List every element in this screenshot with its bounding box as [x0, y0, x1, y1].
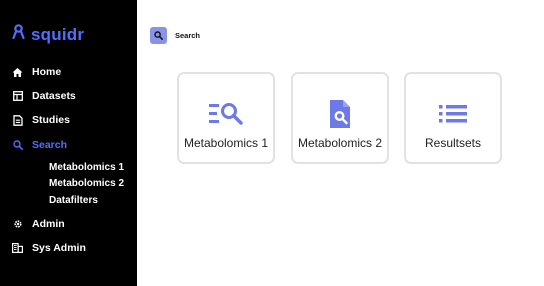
card-label: Metabolomics 1: [183, 136, 269, 150]
sidebar-item-label: Sys Admin: [32, 242, 86, 254]
brand-name: squidr: [31, 24, 85, 44]
sidebar-subitem-datafilters[interactable]: Datafilters: [49, 195, 98, 206]
search-icon: [12, 140, 23, 151]
document-icon: [12, 114, 23, 126]
card-metabolomics-2[interactable]: Metabolomics 2: [291, 72, 389, 164]
sidebar-item-label: Studies: [32, 114, 70, 126]
home-icon: [12, 67, 23, 78]
sidebar-subitem-metabolomics-2[interactable]: Metabolomics 2: [49, 178, 124, 189]
card-resultsets[interactable]: Resultsets: [404, 72, 502, 164]
sidebar-item-label: Admin: [32, 218, 65, 230]
card-label: Resultsets: [424, 136, 482, 150]
sidebar: squidr Home Datasets Studies Search Meta…: [0, 0, 137, 286]
sidebar-item-studies[interactable]: Studies: [12, 114, 70, 126]
gear-icon: [12, 219, 23, 230]
sidebar-item-admin[interactable]: Admin: [12, 218, 65, 230]
building-icon: [12, 243, 23, 254]
search-icon: [154, 27, 163, 45]
card-metabolomics-1[interactable]: Metabolomics 1: [177, 72, 275, 164]
list-icon: [406, 100, 500, 128]
sidebar-item-label: Search: [32, 139, 68, 151]
ribbon-icon: [12, 24, 25, 45]
sidebar-item-search[interactable]: Search: [12, 139, 67, 151]
table-icon: [12, 91, 23, 102]
card-label: Metabolomics 2: [297, 136, 383, 150]
sidebar-item-label: Home: [32, 66, 62, 78]
file-search-icon: [293, 100, 387, 128]
main-content: Search Metabolomics 1 Metabolomics 2 Res…: [137, 0, 544, 286]
sidebar-item-label: Datasets: [32, 90, 76, 102]
sidebar-item-sys-admin[interactable]: Sys Admin: [12, 242, 86, 254]
sidebar-item-home[interactable]: Home: [12, 66, 61, 78]
page-title: Search: [175, 31, 201, 40]
sidebar-subitem-metabolomics-1[interactable]: Metabolomics 1: [49, 162, 124, 173]
brand[interactable]: squidr: [12, 24, 84, 45]
breadcrumb-search-button[interactable]: [150, 27, 167, 44]
sidebar-item-datasets[interactable]: Datasets: [12, 90, 76, 102]
list-search-icon: [179, 100, 273, 128]
